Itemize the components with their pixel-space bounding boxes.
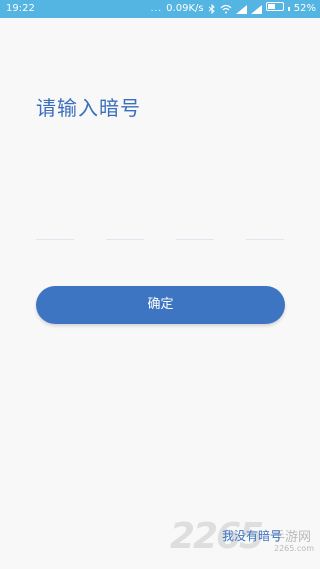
bluetooth-icon — [208, 4, 215, 14]
battery-fill — [267, 4, 275, 9]
code-input-3[interactable] — [176, 239, 214, 240]
signal-icon-1 — [235, 4, 247, 14]
code-input-group[interactable] — [36, 239, 284, 241]
code-input-4[interactable] — [246, 239, 284, 240]
watermark-url: 2265.com — [274, 544, 314, 553]
status-time: 19:22 — [6, 3, 35, 14]
code-input-2[interactable] — [106, 239, 144, 240]
battery-icon — [265, 0, 290, 18]
code-input-1[interactable] — [36, 239, 74, 240]
more-dots-icon: ... — [150, 4, 163, 14]
no-code-link[interactable]: 我没有暗号 — [222, 527, 282, 544]
battery-percent: 52% — [293, 3, 316, 14]
wifi-icon — [220, 4, 232, 14]
page-title: 请输入暗号 — [36, 96, 141, 120]
status-bar: 19:22 ... 0.09K/s 52% — [0, 0, 320, 18]
confirm-button[interactable]: 确定 — [36, 286, 285, 324]
network-speed: 0.09K/s — [166, 3, 204, 14]
status-icons: ... 0.09K/s 52% — [151, 0, 316, 18]
signal-icon-2 — [250, 4, 262, 14]
